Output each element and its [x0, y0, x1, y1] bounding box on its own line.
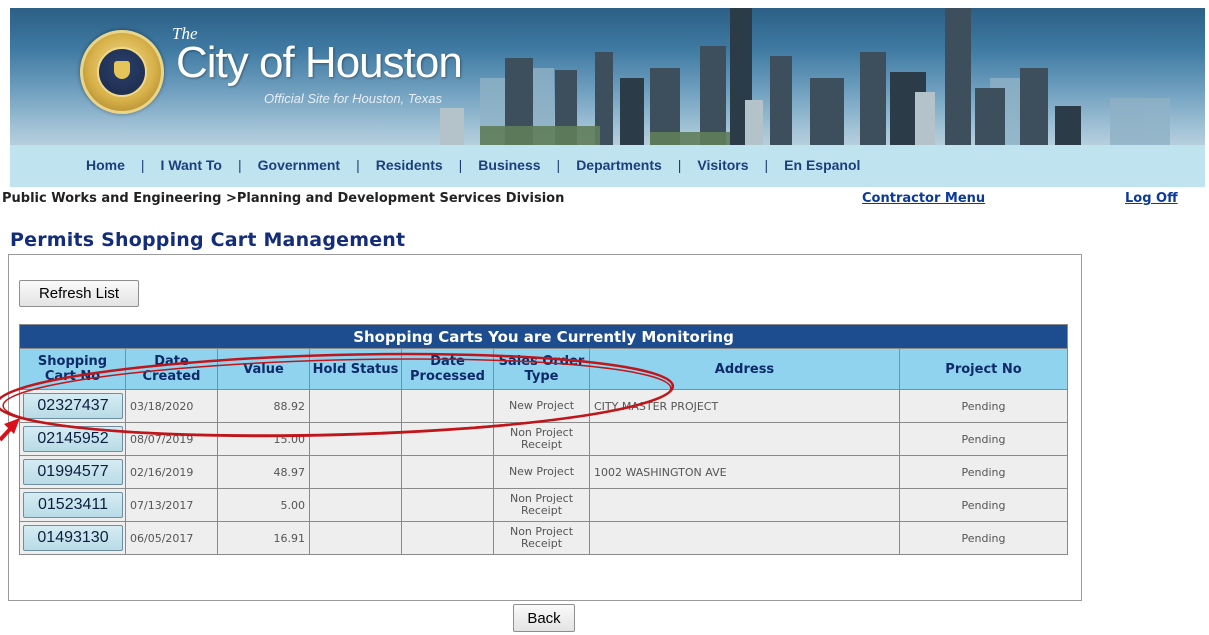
nav-item-government[interactable]: Government: [258, 157, 340, 173]
nav-separator: |: [140, 157, 145, 173]
order-type-cell: Non Project Receipt: [493, 422, 590, 456]
header-banner: The City of Houston Official Site for Ho…: [10, 8, 1205, 145]
hold-status-cell: [309, 488, 402, 522]
column-header-date-created: Date Created: [125, 348, 218, 390]
order-type-cell: New Project: [493, 455, 590, 489]
cart-number-button[interactable]: 01994577: [23, 459, 123, 485]
project-no-cell: Pending: [899, 521, 1068, 555]
table-row: 02145952 08/07/2019 15.00 Non Project Re…: [19, 422, 1068, 456]
log-off-link[interactable]: Log Off: [1125, 191, 1178, 206]
nav-separator: |: [677, 157, 682, 173]
date-processed-cell: [401, 488, 494, 522]
nav-item-i-want-to[interactable]: I Want To: [161, 157, 222, 173]
nav-separator: |: [764, 157, 769, 173]
city-seal-icon[interactable]: [80, 30, 164, 114]
column-header-cart-no: Shopping Cart No: [19, 348, 126, 390]
project-no-cell: Pending: [899, 455, 1068, 489]
nav-item-residents[interactable]: Residents: [376, 157, 443, 173]
nav-item-departments[interactable]: Departments: [576, 157, 662, 173]
column-header-project-no: Project No: [899, 348, 1068, 390]
column-header-value: Value: [217, 348, 310, 390]
date-created-cell: 06/05/2017: [125, 521, 218, 555]
cart-number-button[interactable]: 01493130: [23, 525, 123, 551]
contractor-menu-link[interactable]: Contractor Menu: [862, 191, 985, 206]
value-cell: 48.97: [217, 455, 310, 489]
hold-status-cell: [309, 389, 402, 423]
project-no-cell: Pending: [899, 422, 1068, 456]
column-header-date-processed: Date Processed: [401, 348, 494, 390]
cart-no-cell: 01493130: [19, 521, 126, 555]
table-row: 02327437 03/18/2020 88.92 New Project CI…: [19, 389, 1068, 423]
order-type-cell: Non Project Receipt: [493, 521, 590, 555]
hold-status-cell: [309, 521, 402, 555]
value-cell: 16.91: [217, 521, 310, 555]
project-no-cell: Pending: [899, 488, 1068, 522]
table-row: 01994577 02/16/2019 48.97 New Project 10…: [19, 455, 1068, 489]
date-processed-cell: [401, 389, 494, 423]
cart-no-cell: 02145952: [19, 422, 126, 456]
shopping-carts-table: Shopping Carts You are Currently Monitor…: [19, 324, 1068, 555]
nav-separator: |: [237, 157, 242, 173]
hold-status-cell: [309, 422, 402, 456]
main-navigation: Home | I Want To | Government | Resident…: [10, 145, 1205, 187]
nav-item-en-espanol[interactable]: En Espanol: [784, 157, 860, 173]
order-type-cell: Non Project Receipt: [493, 488, 590, 522]
date-created-cell: 03/18/2020: [125, 389, 218, 423]
column-header-order-type: Sales Order Type: [493, 348, 590, 390]
refresh-list-button[interactable]: Refresh List: [19, 280, 139, 307]
address-cell: [589, 422, 900, 456]
site-title[interactable]: City of Houston: [176, 38, 463, 88]
address-cell: CITY MASTER PROJECT: [589, 389, 900, 423]
value-cell: 15.00: [217, 422, 310, 456]
date-created-cell: 07/13/2017: [125, 488, 218, 522]
cart-number-button[interactable]: 01523411: [23, 492, 123, 518]
nav-item-visitors[interactable]: Visitors: [697, 157, 748, 173]
table-caption: Shopping Carts You are Currently Monitor…: [19, 324, 1068, 349]
back-button[interactable]: Back: [513, 604, 575, 632]
hold-status-cell: [309, 455, 402, 489]
date-processed-cell: [401, 455, 494, 489]
project-no-cell: Pending: [899, 389, 1068, 423]
date-processed-cell: [401, 521, 494, 555]
nav-item-business[interactable]: Business: [478, 157, 540, 173]
nav-item-home[interactable]: Home: [86, 157, 125, 173]
address-cell: 1002 WASHINGTON AVE: [589, 455, 900, 489]
address-cell: [589, 488, 900, 522]
cart-no-cell: 01994577: [19, 455, 126, 489]
date-created-cell: 08/07/2019: [125, 422, 218, 456]
address-cell: [589, 521, 900, 555]
value-cell: 5.00: [217, 488, 310, 522]
cart-no-cell: 02327437: [19, 389, 126, 423]
cart-number-button[interactable]: 02327437: [23, 393, 123, 419]
nav-separator: |: [458, 157, 463, 173]
nav-separator: |: [556, 157, 561, 173]
date-processed-cell: [401, 422, 494, 456]
column-header-hold-status: Hold Status: [309, 348, 402, 390]
breadcrumb: Public Works and Engineering >Planning a…: [2, 191, 565, 206]
cart-number-button[interactable]: 02145952: [23, 426, 123, 452]
nav-separator: |: [356, 157, 360, 173]
site-subtitle: Official Site for Houston, Texas: [264, 91, 442, 106]
column-header-address: Address: [589, 348, 900, 390]
page-title: Permits Shopping Cart Management: [10, 229, 406, 251]
cart-no-cell: 01523411: [19, 488, 126, 522]
date-created-cell: 02/16/2019: [125, 455, 218, 489]
table-row: 01523411 07/13/2017 5.00 Non Project Rec…: [19, 488, 1068, 522]
table-row: 01493130 06/05/2017 16.91 Non Project Re…: [19, 521, 1068, 555]
value-cell: 88.92: [217, 389, 310, 423]
order-type-cell: New Project: [493, 389, 590, 423]
